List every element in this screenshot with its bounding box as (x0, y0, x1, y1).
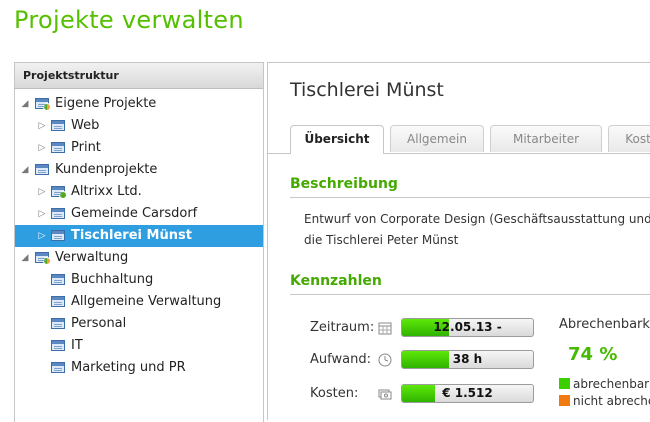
tree-node-buchhaltung[interactable]: Buchhaltung (15, 269, 263, 291)
description-line: Entwurf von Corporate Design (Geschäftsa… (304, 212, 650, 226)
project-tree: ◢ Eigene Projekte ▷ Web ▷ Print ◢ Kunden… (15, 89, 263, 379)
calendar-icon (378, 322, 392, 335)
tree-node-allgemeine-verwaltung[interactable]: Allgemeine Verwaltung (15, 291, 263, 313)
project-icon (51, 340, 65, 351)
tree-node-marketing[interactable]: Marketing und PR (15, 357, 263, 379)
page-title: Tischlerei Münst (290, 79, 444, 101)
project-icon (51, 318, 65, 329)
project-icon (51, 142, 65, 153)
tab-bar: Übersicht Allgemein Mitarbeiter Kost (268, 125, 650, 154)
section-heading-beschreibung: Beschreibung (290, 176, 650, 198)
tree-node-eigene-projekte[interactable]: ◢ Eigene Projekte (15, 93, 263, 115)
tree-node-label: Marketing und PR (71, 360, 186, 375)
tree-node-label: Tischlerei Münst (71, 228, 192, 243)
tree-node-label: Kundenprojekte (55, 162, 158, 177)
cash-icon (378, 389, 392, 400)
expanded-triangle-icon[interactable]: ◢ (20, 247, 30, 269)
project-folder-icon (35, 98, 51, 111)
collapsed-triangle-icon[interactable]: ▷ (37, 115, 47, 137)
project-icon (51, 296, 65, 307)
project-icon (51, 186, 67, 199)
project-icon (51, 120, 65, 131)
tree-node-kundenprojekte[interactable]: ◢ Kundenprojekte (15, 159, 263, 181)
aufwand-label: Aufwand: (310, 352, 371, 367)
billable-percent: 74 % (568, 344, 618, 365)
tree-node-verwaltung[interactable]: ◢ Verwaltung (15, 247, 263, 269)
project-icon (51, 230, 65, 241)
collapsed-triangle-icon[interactable]: ▷ (37, 225, 47, 247)
tree-node-label: Print (71, 140, 101, 155)
zeitraum-label: Zeitraum: (310, 320, 375, 335)
expanded-triangle-icon[interactable]: ◢ (20, 159, 30, 181)
tree-node-label: Buchhaltung (71, 272, 154, 287)
tree-node-tischlerei-muenst[interactable]: ▷ Tischlerei Münst (15, 225, 263, 247)
tree-node-label: Eigene Projekte (55, 96, 157, 111)
legend-label: abrechenbar (573, 377, 650, 391)
tree-node-label: IT (71, 338, 83, 353)
tab-allgemein[interactable]: Allgemein (390, 125, 484, 152)
tab-uebersicht[interactable]: Übersicht (290, 125, 384, 154)
legend-swatch-green (559, 378, 570, 389)
tab-kosten[interactable]: Kost (608, 125, 650, 152)
project-icon (51, 208, 65, 219)
tree-node-label: Personal (71, 316, 127, 331)
collapsed-triangle-icon[interactable]: ▷ (37, 181, 47, 203)
expanded-triangle-icon[interactable]: ◢ (20, 93, 30, 115)
zeitraum-progress-bar: 12.05.13 - 31.10.13 (401, 318, 534, 337)
project-folder-icon (35, 164, 49, 175)
kosten-label: Kosten: (310, 386, 359, 401)
collapsed-triangle-icon[interactable]: ▷ (37, 203, 47, 225)
tree-node-altrixx[interactable]: ▷ Altrixx Ltd. (15, 181, 263, 203)
collapsed-triangle-icon[interactable]: ▷ (37, 137, 47, 159)
legend-item-abrechenbar: abrechenbar (559, 377, 649, 391)
zeitraum-value: 12.05.13 - 31.10.13 (433, 320, 502, 334)
description-line: die Tischlerei Peter Münst (304, 233, 459, 247)
tree-node-it[interactable]: IT (15, 335, 263, 357)
project-description: Entwurf von Corporate Design (Geschäftsa… (304, 209, 650, 251)
tree-node-label: Altrixx Ltd. (71, 184, 142, 199)
tree-node-label: Verwaltung (55, 250, 129, 265)
legend-label: nicht abrechen (573, 394, 650, 408)
kosten-progress-bar: € 1.512 (401, 384, 534, 403)
tree-node-label: Allgemeine Verwaltung (71, 294, 222, 309)
tree-node-personal[interactable]: Personal (15, 313, 263, 335)
tree-node-label: Web (71, 118, 100, 133)
tree-header: Projektstruktur (15, 63, 263, 89)
project-tree-panel: Projektstruktur ◢ Eigene Projekte ▷ Web … (14, 62, 264, 422)
project-folder-icon (35, 252, 51, 265)
legend-item-nicht-abrechenbar: nicht abrechen (559, 394, 650, 408)
legend-swatch-orange (559, 395, 570, 406)
project-icon (51, 362, 65, 373)
billable-label: Abrechenbarkei (559, 317, 650, 332)
tree-node-label: Gemeinde Carsdorf (71, 206, 198, 221)
tree-node-web[interactable]: ▷ Web (15, 115, 263, 137)
app-title: Projekte verwalten (14, 6, 244, 34)
aufwand-value: 38 h (452, 352, 483, 366)
clock-icon (378, 353, 392, 367)
project-icon (51, 274, 65, 285)
tab-mitarbeiter[interactable]: Mitarbeiter (490, 125, 602, 152)
tree-node-print[interactable]: ▷ Print (15, 137, 263, 159)
section-heading-kennzahlen: Kennzahlen (290, 273, 650, 295)
aufwand-progress-bar: 38 h (401, 350, 534, 369)
kosten-value: € 1.512 (442, 386, 493, 400)
tree-node-gemeinde-carsdorf[interactable]: ▷ Gemeinde Carsdorf (15, 203, 263, 225)
project-detail-panel: Tischlerei Münst Übersicht Allgemein Mit… (267, 62, 650, 420)
